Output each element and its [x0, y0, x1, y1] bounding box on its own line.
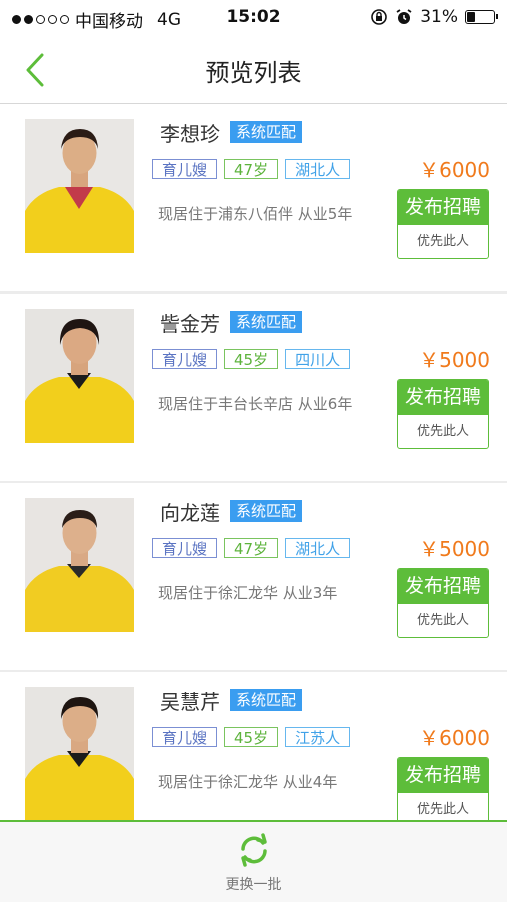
battery-icon — [465, 10, 498, 24]
candidate-card[interactable]: 吴慧芹 系统匹配 育儿嫂 45岁 江苏人 现居住于徐汇龙华 从业4年 ￥6000… — [0, 672, 507, 820]
hire-button[interactable]: 发布招聘 优先此人 — [397, 379, 489, 449]
role-tag: 育儿嫂 — [152, 159, 218, 179]
salary: ￥6000 — [419, 158, 490, 182]
hire-button[interactable]: 发布招聘 优先此人 — [397, 568, 489, 638]
candidate-photo — [25, 119, 134, 253]
age-tag: 47岁 — [224, 538, 279, 558]
salary: ￥5000 — [419, 348, 490, 372]
origin-tag: 湖北人 — [285, 159, 351, 179]
publish-job-button[interactable]: 发布招聘 — [398, 190, 488, 225]
refresh-label[interactable]: 更换一批 — [0, 874, 507, 894]
match-badge: 系统匹配 — [230, 500, 303, 522]
location-experience: 现居住于浦东八佰伴 从业5年 — [158, 205, 353, 223]
publish-job-button[interactable]: 发布招聘 — [398, 569, 488, 604]
candidate-card[interactable]: 訾金芳 系统匹配 育儿嫂 45岁 四川人 现居住于丰台长辛店 从业6年 ￥500… — [0, 294, 507, 481]
role-tag: 育儿嫂 — [152, 538, 218, 558]
status-right: 31% — [370, 7, 498, 27]
location-experience: 现居住于丰台长辛店 从业6年 — [158, 395, 353, 413]
publish-job-button[interactable]: 发布招聘 — [398, 380, 488, 415]
age-tag: 45岁 — [224, 349, 279, 369]
prioritize-button[interactable]: 优先此人 — [398, 793, 488, 820]
age-tag: 45岁 — [224, 727, 279, 747]
candidate-photo — [25, 498, 134, 632]
page-title: 预览列表 — [205, 59, 302, 87]
salary: ￥6000 — [419, 726, 490, 750]
match-badge: 系统匹配 — [230, 121, 303, 143]
candidate-list[interactable]: 李想珍 系统匹配 育儿嫂 47岁 湖北人 现居住于浦东八佰伴 从业5年 ￥600… — [0, 104, 507, 820]
prioritize-button[interactable]: 优先此人 — [398, 225, 488, 258]
hire-button[interactable]: 发布招聘 优先此人 — [397, 189, 489, 259]
origin-tag: 四川人 — [285, 349, 351, 369]
tag-row: 育儿嫂 45岁 四川人 — [152, 349, 351, 369]
candidate-name: 李想珍 — [160, 122, 220, 146]
location-experience: 现居住于徐汇龙华 从业4年 — [158, 773, 338, 791]
origin-tag: 湖北人 — [285, 538, 351, 558]
refresh-button[interactable]: 更换一批 — [0, 832, 507, 894]
prioritize-button[interactable]: 优先此人 — [398, 415, 488, 448]
candidate-name: 訾金芳 — [160, 312, 220, 336]
alarm-icon — [396, 9, 412, 24]
candidate-card[interactable]: 李想珍 系统匹配 育儿嫂 47岁 湖北人 现居住于浦东八佰伴 从业5年 ￥600… — [0, 104, 507, 291]
nav-bar: 预览列表 — [0, 36, 507, 104]
status-bar: 中国移动 4G 15:02 31% — [0, 0, 507, 36]
origin-tag: 江苏人 — [285, 727, 351, 747]
tag-row: 育儿嫂 47岁 湖北人 — [152, 159, 351, 179]
role-tag: 育儿嫂 — [152, 349, 218, 369]
tag-row: 育儿嫂 47岁 湖北人 — [152, 538, 351, 558]
candidate-name: 向龙莲 — [160, 501, 220, 525]
refresh-icon[interactable] — [236, 832, 272, 868]
orientation-lock-icon — [371, 9, 388, 25]
hire-button[interactable]: 发布招聘 优先此人 — [397, 757, 489, 820]
match-badge: 系统匹配 — [230, 689, 303, 711]
tag-row: 育儿嫂 45岁 江苏人 — [152, 727, 351, 747]
age-tag: 47岁 — [224, 159, 279, 179]
location-experience: 现居住于徐汇龙华 从业3年 — [158, 584, 338, 602]
candidate-card[interactable]: 向龙莲 系统匹配 育儿嫂 47岁 湖北人 现居住于徐汇龙华 从业3年 ￥5000… — [0, 483, 507, 670]
prioritize-button[interactable]: 优先此人 — [398, 604, 488, 637]
match-badge: 系统匹配 — [230, 311, 303, 333]
battery-percent: 31% — [420, 7, 458, 27]
salary: ￥5000 — [419, 537, 490, 561]
publish-job-button[interactable]: 发布招聘 — [398, 758, 488, 793]
role-tag: 育儿嫂 — [152, 727, 218, 747]
candidate-name: 吴慧芹 — [160, 690, 220, 714]
candidate-photo — [25, 687, 134, 820]
candidate-photo — [25, 309, 134, 443]
bottom-bar: 更换一批 — [0, 820, 507, 902]
